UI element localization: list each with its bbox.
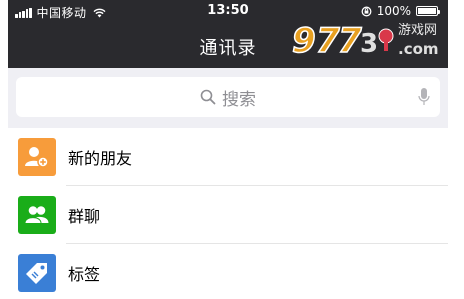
search-placeholder: 搜索 [222, 89, 256, 110]
svg-text:7: 7 [338, 21, 362, 61]
group-chat-icon [18, 196, 56, 234]
header: 中国移动 13:50 100% 通讯录 9 7 7 3 游戏网 .com [8, 0, 448, 68]
svg-text:9: 9 [292, 21, 316, 61]
svg-text:7: 7 [316, 21, 340, 61]
list-item-label: 新的朋友 [68, 149, 133, 168]
tag-icon [18, 254, 56, 292]
list-item-group-chat[interactable]: 群聊 [8, 186, 448, 244]
microphone-icon[interactable] [418, 87, 430, 107]
search-input[interactable]: 搜索 [16, 77, 440, 117]
search-bar[interactable]: 搜索 [16, 77, 440, 117]
svg-text:.com: .com [398, 40, 439, 58]
svg-text:3: 3 [360, 29, 378, 59]
watermark-logo: 9 7 7 3 游戏网 .com [291, 20, 439, 62]
contacts-screen: 中国移动 13:50 100% 通讯录 9 7 7 3 游戏网 .com 搜索 … [8, 0, 448, 299]
search-icon [200, 89, 216, 105]
list-item-label: 标签 [68, 265, 101, 284]
contacts-menu-list: 新的朋友 群聊 标签 [8, 128, 448, 299]
list-item-new-friends[interactable]: 新的朋友 [8, 128, 448, 186]
list-item-tags[interactable]: 标签 [8, 244, 448, 299]
add-friend-icon [18, 138, 56, 176]
list-item-label: 群聊 [68, 207, 101, 226]
svg-text:游戏网: 游戏网 [398, 23, 437, 38]
